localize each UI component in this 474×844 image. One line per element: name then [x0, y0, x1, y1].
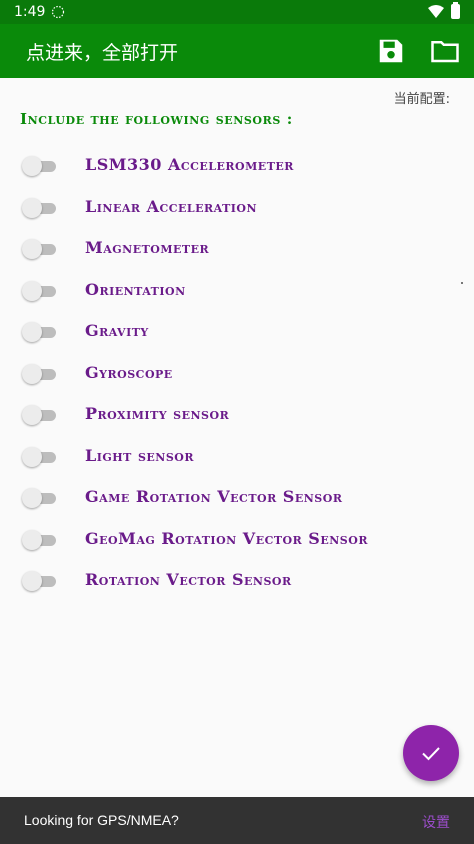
- folder-icon: [431, 41, 459, 63]
- snackbar: Looking for GPS/NMEA? 设置: [0, 797, 474, 844]
- current-config-label: 当前配置:: [393, 92, 450, 107]
- sensor-item-rotation-vector: Rotation Vector Sensor: [0, 559, 474, 601]
- sensor-label: Gyroscope: [85, 362, 173, 382]
- sensor-switch[interactable]: [22, 322, 56, 342]
- sensor-switch[interactable]: [22, 446, 56, 467]
- sensor-item-light-sensor: Light sensor: [0, 435, 474, 477]
- sensor-list: LSM330 Accelerometer Linear Acceleration…: [0, 144, 474, 601]
- sensor-label: Light sensor: [85, 445, 194, 465]
- sensor-item-geomag-rotation-vector: GeoMag Rotation Vector Sensor: [0, 518, 474, 560]
- sensor-item-proximity-sensor: Proximity sensor: [0, 393, 474, 435]
- sensor-label: Proximity sensor: [85, 404, 230, 423]
- status-bar: 1:49: [0, 0, 474, 24]
- snackbar-settings-button[interactable]: 设置: [422, 812, 450, 832]
- open-folder-button[interactable]: [430, 36, 460, 66]
- sensor-switch[interactable]: [22, 571, 56, 591]
- sensor-switch[interactable]: [22, 363, 56, 384]
- sensor-item-lsm330-accelerometer: LSM330 Accelerometer: [0, 144, 474, 186]
- section-title: Include the following sensors :: [20, 110, 293, 128]
- sensor-label: Orientation: [85, 279, 186, 299]
- battery-icon: [451, 2, 460, 19]
- save-button[interactable]: [376, 36, 406, 66]
- snackbar-message: Looking for GPS/NMEA?: [24, 812, 179, 828]
- sensor-label: LSM330 Accelerometer: [85, 155, 294, 174]
- sync-icon: [51, 5, 65, 19]
- status-time: 1:49: [14, 4, 46, 20]
- sensor-switch[interactable]: [22, 197, 56, 218]
- sensor-switch[interactable]: [22, 488, 56, 508]
- app-bar: 点进来，全部打开: [0, 24, 474, 78]
- confirm-fab-button[interactable]: [403, 725, 459, 781]
- wifi-icon: [428, 5, 444, 18]
- app-title: 点进来，全部打开: [26, 42, 179, 64]
- sensor-label: Game Rotation Vector Sensor: [85, 487, 343, 506]
- sensor-switch[interactable]: [22, 405, 56, 425]
- save-icon: [379, 39, 403, 63]
- sensor-switch[interactable]: [22, 529, 56, 550]
- sensor-label: Gravity: [85, 321, 149, 340]
- sensor-switch[interactable]: [22, 239, 56, 259]
- sensor-switch[interactable]: [22, 156, 56, 176]
- sensor-item-orientation: Orientation: [0, 269, 474, 311]
- sensor-item-game-rotation-vector: Game Rotation Vector Sensor: [0, 476, 474, 518]
- sensor-item-linear-acceleration: Linear Acceleration: [0, 186, 474, 228]
- sensor-label: Rotation Vector Sensor: [85, 570, 292, 589]
- sensor-item-magnetometer: Magnetometer: [0, 227, 474, 269]
- sensor-switch[interactable]: [22, 280, 56, 301]
- sensor-label: GeoMag Rotation Vector Sensor: [85, 528, 368, 548]
- check-icon: [422, 747, 440, 761]
- sensor-label: Magnetometer: [85, 238, 210, 257]
- sensor-item-gyroscope: Gyroscope: [0, 352, 474, 394]
- sensor-label: Linear Acceleration: [85, 196, 258, 216]
- sensor-item-gravity: Gravity: [0, 310, 474, 352]
